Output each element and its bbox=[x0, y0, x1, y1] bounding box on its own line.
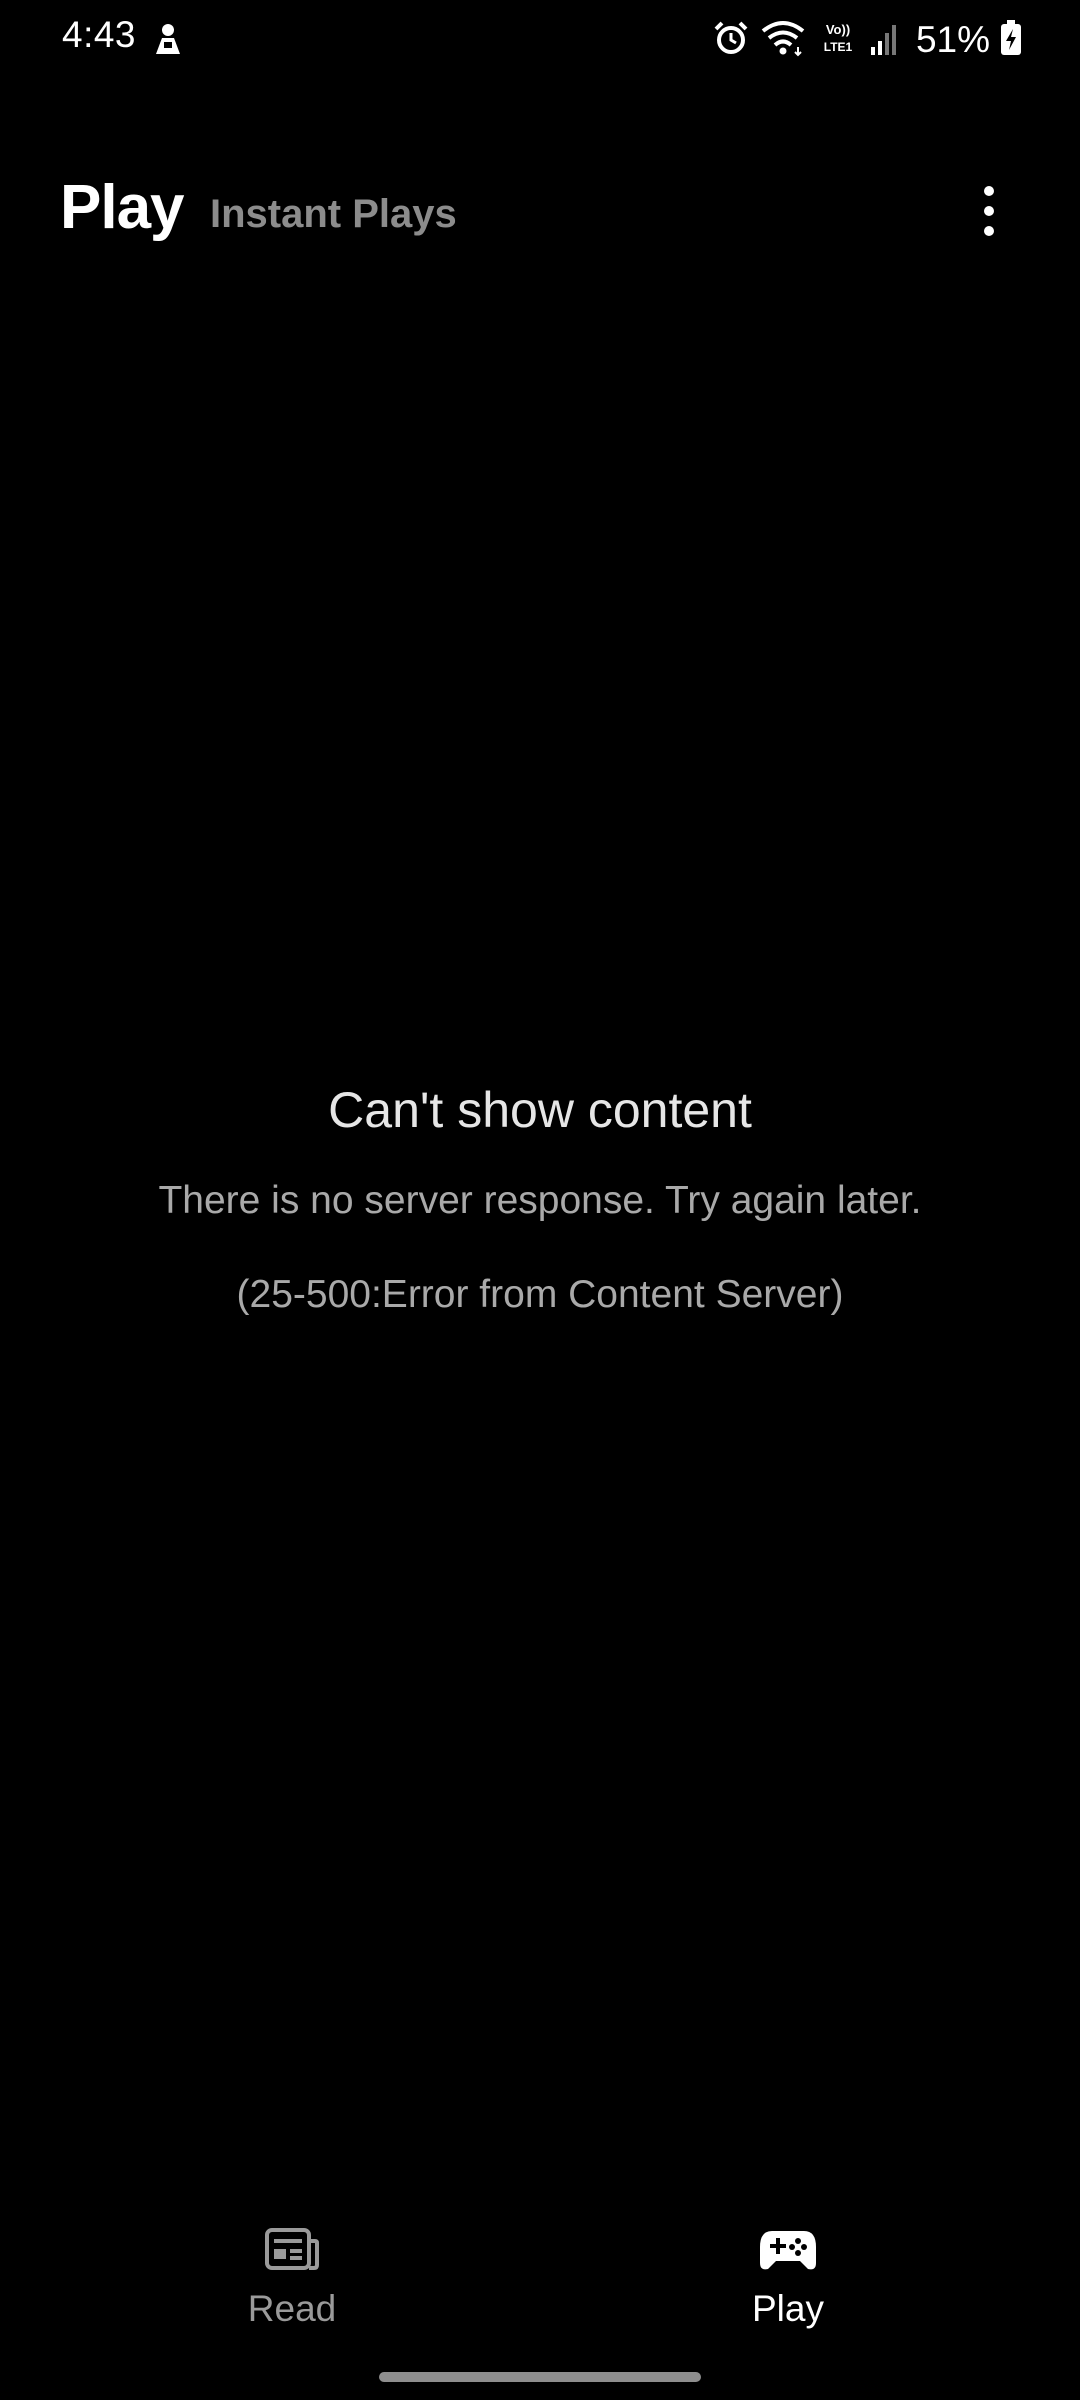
more-vertical-icon bbox=[982, 185, 996, 242]
nav-label-play: Play bbox=[752, 2288, 824, 2329]
battery-charging-icon bbox=[1000, 19, 1022, 61]
newspaper-icon bbox=[262, 2222, 322, 2278]
nav-label-read: Read bbox=[247, 2288, 337, 2329]
alarm-icon bbox=[712, 19, 750, 62]
bixby-notification-icon bbox=[148, 20, 188, 60]
status-icons: Vo)) LTE1 51% bbox=[712, 14, 1022, 66]
cell-signal-icon bbox=[870, 21, 900, 60]
tab-instant-plays[interactable]: Instant Plays bbox=[210, 192, 457, 237]
error-code: (25-500:Error from Content Server) bbox=[236, 1273, 844, 1316]
nav-item-read[interactable]: Read bbox=[162, 2200, 422, 2330]
home-indicator[interactable] bbox=[379, 2372, 701, 2382]
status-time: 4:43 bbox=[62, 14, 137, 55]
page-title: Play bbox=[60, 173, 185, 242]
error-state: Can't show content There is no server re… bbox=[0, 1070, 1080, 1330]
app-header: Play Instant Plays bbox=[0, 160, 1080, 270]
more-options-button[interactable] bbox=[964, 178, 1014, 248]
status-bar: 4:43 Vo)) LTE1 51% bbox=[0, 0, 1080, 80]
error-title: Can't show content bbox=[328, 1082, 752, 1138]
nav-item-play[interactable]: Play bbox=[658, 2200, 918, 2330]
volte-lte-icon: Vo)) LTE1 bbox=[816, 19, 860, 62]
wifi-icon bbox=[760, 19, 806, 62]
svg-text:Vo)): Vo)) bbox=[826, 22, 850, 37]
svg-text:LTE1: LTE1 bbox=[824, 40, 853, 54]
battery-percentage: 51% bbox=[915, 19, 990, 60]
gamepad-icon bbox=[758, 2222, 818, 2278]
error-message: There is no server response. Try again l… bbox=[158, 1179, 922, 1222]
bottom-navigation: Read Play bbox=[0, 2200, 1080, 2340]
